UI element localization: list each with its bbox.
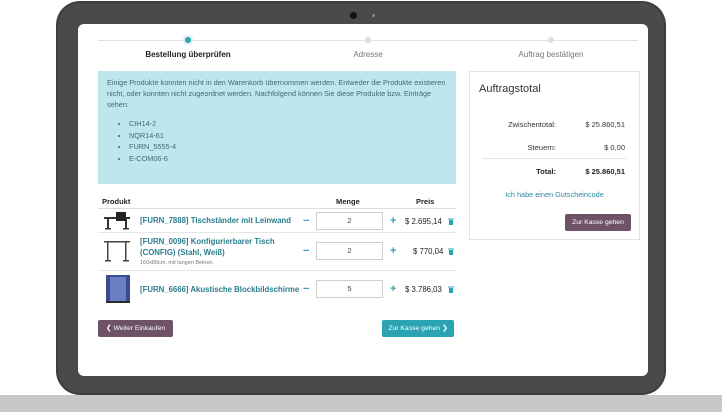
list-item: FURN_5555-4 xyxy=(129,141,447,153)
table-row: [FURN_6666] Akustische Blockbildschirme … xyxy=(98,271,456,307)
product-description: 160x80cm, mit langen Beinen. xyxy=(140,260,214,266)
step-confirm-order[interactable]: Auftrag bestätigen xyxy=(476,34,626,59)
divider xyxy=(482,158,627,159)
warning-alert: Einige Produkte konnten nicht in den War… xyxy=(98,71,456,184)
quantity-input[interactable]: 5 xyxy=(316,280,383,298)
coupon-code-link[interactable]: Ich habe einen Gutscheincode xyxy=(470,190,639,199)
button-label: Weiter Einkaufen xyxy=(113,325,166,332)
increase-quantity-button[interactable]: + xyxy=(390,246,396,257)
screen: Bestellung überprüfen Adresse Auftrag be… xyxy=(78,24,648,376)
tax-label: Steuern: xyxy=(527,143,556,152)
decrease-quantity-button[interactable]: − xyxy=(303,284,309,295)
row-price: $ 770,04 xyxy=(413,247,444,256)
table-header: Produkt Menge Preis xyxy=(98,194,456,209)
subtotal-value: $ 25.860,51 xyxy=(585,120,625,129)
product-name-link[interactable]: [FURN_7888] Tischständer mit Leinwand xyxy=(140,216,291,227)
trash-icon[interactable] xyxy=(448,286,454,293)
header-product: Produkt xyxy=(102,197,131,206)
checkout-button[interactable]: Zur Kasse gehen ❯ xyxy=(382,320,454,337)
step-label: Bestellung überprüfen xyxy=(145,50,231,59)
subtotal-label: Zwischentotal: xyxy=(508,120,556,129)
step-address[interactable]: Adresse xyxy=(293,34,443,59)
list-item: NQR14-61 xyxy=(129,130,447,142)
step-label: Auftrag bestätigen xyxy=(518,50,584,59)
checkout-progress: Bestellung überprüfen Adresse Auftrag be… xyxy=(98,34,638,66)
desk-with-screen-icon xyxy=(104,212,130,230)
button-label: Zur Kasse gehen xyxy=(388,325,441,332)
table-row: [FURN_0096] Konfigurierbarer Tisch (CONF… xyxy=(98,233,456,271)
row-price: $ 2.695,14 xyxy=(405,217,442,226)
trash-icon[interactable] xyxy=(448,248,454,255)
missing-products-list: CIH14-2 NQR14-61 FURN_5555-4 E-COM06-6 xyxy=(129,118,447,164)
trash-icon[interactable] xyxy=(448,218,454,225)
list-item: CIH14-2 xyxy=(129,118,447,130)
continue-shopping-button[interactable]: ❮ Weiter Einkaufen xyxy=(98,320,173,337)
header-quantity: Menge xyxy=(336,197,360,206)
product-name-link[interactable]: [FURN_0096] Konfigurierbarer Tisch (CONF… xyxy=(140,237,290,258)
increase-quantity-button[interactable]: + xyxy=(390,216,396,227)
acoustic-screen-icon xyxy=(106,275,130,303)
laptop-bezel: Bestellung überprüfen Adresse Auftrag be… xyxy=(58,3,664,393)
summary-checkout-button[interactable]: Zur Kasse gehen xyxy=(565,214,631,231)
table-row: [FURN_7888] Tischständer mit Leinwand − … xyxy=(98,209,456,233)
chevron-right-icon: ❯ xyxy=(441,325,448,332)
order-summary-card: Auftragstotal Zwischentotal: $ 25.860,51… xyxy=(469,71,640,240)
step-review-order[interactable]: Bestellung überprüfen xyxy=(113,34,263,59)
total-value: $ 25.860,51 xyxy=(585,167,625,176)
list-item: E-COM06-6 xyxy=(129,153,447,165)
chevron-left-icon: ❮ xyxy=(105,325,112,332)
tax-value: $ 0,00 xyxy=(604,143,625,152)
decrease-quantity-button[interactable]: − xyxy=(303,246,309,257)
quantity-input[interactable]: 2 xyxy=(316,242,383,260)
step-dot-icon xyxy=(185,37,191,43)
camera-led-icon xyxy=(372,14,375,17)
increase-quantity-button[interactable]: + xyxy=(390,284,396,295)
step-label: Adresse xyxy=(353,50,383,59)
laptop-base xyxy=(0,395,722,412)
desk-icon xyxy=(104,241,130,262)
alert-message: Einige Produkte konnten nicht in den War… xyxy=(107,78,446,109)
summary-title: Auftragstotal xyxy=(479,83,541,95)
header-price: Preis xyxy=(416,197,435,206)
laptop-frame: Bestellung überprüfen Adresse Auftrag be… xyxy=(56,1,666,395)
total-label: Total: xyxy=(536,167,556,176)
row-price: $ 3.786,03 xyxy=(405,285,442,294)
product-name-link[interactable]: [FURN_6666] Akustische Blockbildschirme xyxy=(140,285,299,296)
quantity-input[interactable]: 2 xyxy=(316,212,383,230)
step-dot-icon xyxy=(365,37,371,43)
decrease-quantity-button[interactable]: − xyxy=(303,216,309,227)
cart-table: Produkt Menge Preis [FURN_7888] Tischstä… xyxy=(98,194,456,307)
camera-icon xyxy=(350,12,357,19)
step-dot-icon xyxy=(548,37,554,43)
